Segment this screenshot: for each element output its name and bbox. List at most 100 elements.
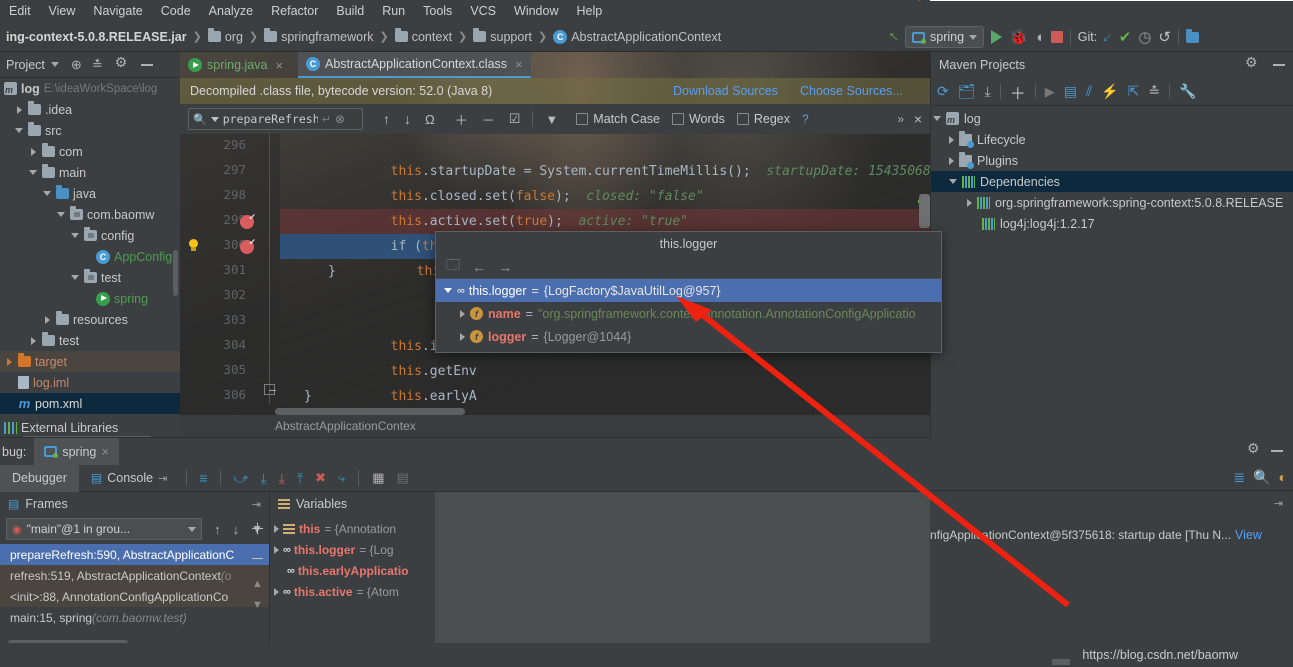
maven-tree-item-spring-context[interactable]: org.springframework:spring-context:5.0.8… — [931, 192, 1293, 213]
find-next-icon[interactable]: ↓ — [404, 111, 411, 127]
show-execution-point-icon[interactable]: ≡ — [199, 470, 207, 486]
collapse-all-icon[interactable]: ≛ — [92, 57, 103, 73]
chevron-right-icon[interactable] — [274, 546, 279, 554]
find-help-icon[interactable]: ? — [802, 112, 809, 126]
menu-item-edit[interactable]: Edit — [0, 0, 40, 22]
close-icon[interactable]: × — [515, 57, 523, 72]
tree-item-com-baomw[interactable]: com.baomw — [0, 204, 180, 225]
chevron-down-icon[interactable] — [949, 179, 957, 184]
scroll-to-end-icon[interactable]: 🔍 — [1253, 469, 1270, 486]
settings-icon[interactable]: ⇥ — [1274, 497, 1283, 510]
chevron-down-icon[interactable] — [444, 288, 452, 293]
menu-item-run[interactable]: Run — [373, 0, 414, 22]
project-panel-title[interactable]: Project — [6, 58, 45, 72]
chevron-right-icon[interactable] — [31, 337, 36, 345]
toggle-offline-icon[interactable]: ⚡ — [1101, 83, 1118, 100]
tree-item-main[interactable]: main — [0, 162, 180, 183]
chevron-down-icon[interactable] — [71, 275, 79, 280]
forward-arrow-icon[interactable]: → — [498, 259, 512, 275]
popup-row-name[interactable]: f name = "org.springframework.context.an… — [436, 302, 941, 325]
add-occurrence-icon[interactable]: ＋ — [455, 110, 468, 129]
menu-item-view[interactable]: View — [40, 0, 85, 22]
variable-inspector-popup[interactable]: this.logger 🗔 ← → ∞ this.logger = {LogFa… — [435, 231, 942, 353]
editor-gutter[interactable]: 296 297 298 299 300 301 302 303 304 305 … — [180, 134, 280, 437]
status-hscrollbar[interactable] — [1052, 659, 1070, 665]
tab-console[interactable]: ▤ Console ⇥ — [79, 465, 179, 492]
intention-bulb-icon[interactable] — [187, 239, 200, 253]
search-icon[interactable]: 🔍 — [193, 113, 207, 126]
words-checkbox[interactable] — [672, 113, 684, 125]
console-view-link[interactable]: View — [1235, 528, 1262, 542]
copy-value-icon[interactable]: 🗔 — [446, 256, 460, 278]
variable-row[interactable]: ∞ this.logger = {Log — [270, 539, 435, 560]
filter-icon[interactable]: ▼ — [545, 112, 558, 127]
tree-item-test-pkg[interactable]: test — [0, 267, 180, 288]
chevron-right-icon[interactable] — [949, 157, 954, 165]
editor-hscrollbar[interactable] — [275, 408, 465, 415]
variable-row[interactable]: ∞ this.earlyApplicatio — [270, 560, 435, 581]
chevron-right-icon[interactable] — [967, 199, 972, 207]
menu-item-help[interactable]: Help — [567, 0, 611, 22]
project-tree-scrollbar[interactable] — [173, 250, 178, 296]
breadcrumb-item-context[interactable]: context — [391, 26, 456, 48]
clear-search-icon[interactable]: ⊗ — [335, 112, 345, 126]
chevron-right-icon[interactable] — [949, 136, 954, 144]
search-input[interactable] — [223, 112, 318, 126]
close-find-icon[interactable]: × — [914, 111, 922, 127]
code-vscrollbar[interactable] — [919, 194, 930, 228]
external-libraries-node[interactable]: External Libraries — [0, 419, 180, 437]
popup-row-this-logger[interactable]: ∞ this.logger = {LogFactory$JavaUtilLog@… — [436, 279, 941, 302]
frames-down-icon[interactable]: ↓ — [233, 522, 240, 537]
tree-item-appconfig[interactable]: C AppConfig — [0, 246, 180, 267]
run-icon[interactable]: ▶ — [1045, 84, 1055, 100]
chevron-down-icon[interactable] — [71, 233, 79, 238]
menu-item-analyze[interactable]: Analyze — [200, 0, 262, 22]
remove-watch-icon[interactable]: － — [250, 548, 265, 569]
add-watch-icon[interactable]: ＋ — [250, 518, 265, 539]
drop-frame-icon[interactable]: ✖ — [315, 470, 326, 486]
maven-tree-item-log[interactable]: m log — [931, 108, 1293, 129]
locate-icon[interactable]: ⊕ — [71, 57, 82, 73]
breadcrumb-item-jar[interactable]: ing-context-5.0.8.RELEASE.jar — [2, 26, 191, 48]
editor-tab-abstractapplicationcontext[interactable]: C AbstractApplicationContext.class × — [298, 52, 531, 78]
choose-sources-link[interactable]: Choose Sources... — [800, 84, 903, 98]
force-step-into-icon[interactable]: ⤓ — [279, 470, 285, 487]
chevron-down-icon[interactable] — [43, 191, 51, 196]
close-icon[interactable]: × — [101, 444, 109, 459]
project-structure-icon[interactable] — [1186, 32, 1199, 43]
commit-icon[interactable]: ✔ — [1119, 28, 1132, 46]
variable-row[interactable]: this = {Annotation — [270, 518, 435, 539]
tree-item-spring-class[interactable]: spring — [0, 288, 180, 309]
popup-row-logger[interactable]: f logger = {Logger@1044} — [436, 325, 941, 348]
search-input-wrapper[interactable]: 🔍 ↵ ⊗ — [188, 108, 363, 130]
frame-row[interactable]: prepareRefresh:590, AbstractApplicationC — [0, 544, 269, 565]
tree-item-java[interactable]: java — [0, 183, 180, 204]
move-up-icon[interactable]: ▲ — [252, 578, 263, 590]
download-sources-link[interactable]: Download Sources — [673, 84, 778, 98]
tree-item-log-iml[interactable]: log.iml — [0, 372, 180, 393]
run-icon[interactable] — [991, 30, 1002, 44]
regex-checkbox[interactable] — [737, 113, 749, 125]
tree-item-com[interactable]: com — [0, 141, 180, 162]
download-sources-icon[interactable]: ⤓ — [985, 83, 991, 100]
editor-breadcrumb-bottom[interactable]: AbstractApplicationContex — [180, 415, 930, 437]
reimport-icon[interactable]: ⟳ — [937, 83, 949, 100]
gear-icon[interactable] — [1245, 58, 1259, 72]
select-all-occurrences-icon[interactable]: Ω — [425, 112, 435, 127]
build-icon[interactable]: ↑ — [885, 28, 903, 46]
thread-selector[interactable]: ◉ "main"@1 in grou... — [6, 518, 202, 540]
chevron-down-icon[interactable] — [211, 117, 219, 122]
attach-profiler-icon[interactable]: ◖ — [1035, 29, 1044, 46]
maven-tree-item-dependencies[interactable]: Dependencies — [931, 171, 1293, 192]
add-icon[interactable]: ＋ — [1010, 80, 1026, 104]
chevron-right-icon[interactable] — [460, 333, 465, 341]
menu-item-code[interactable]: Code — [152, 0, 200, 22]
step-into-icon[interactable]: ⤓ — [260, 470, 266, 487]
match-case-checkbox[interactable] — [576, 113, 588, 125]
settings-icon[interactable]: ⇥ — [252, 498, 261, 511]
variable-row[interactable]: ∞ this.active = {Atom — [270, 581, 435, 602]
tree-item-test-folder[interactable]: test — [0, 330, 180, 351]
match-case-option[interactable]: Match Case — [576, 112, 660, 126]
menu-item-navigate[interactable]: Navigate — [84, 0, 151, 22]
close-icon[interactable]: × — [275, 58, 283, 73]
